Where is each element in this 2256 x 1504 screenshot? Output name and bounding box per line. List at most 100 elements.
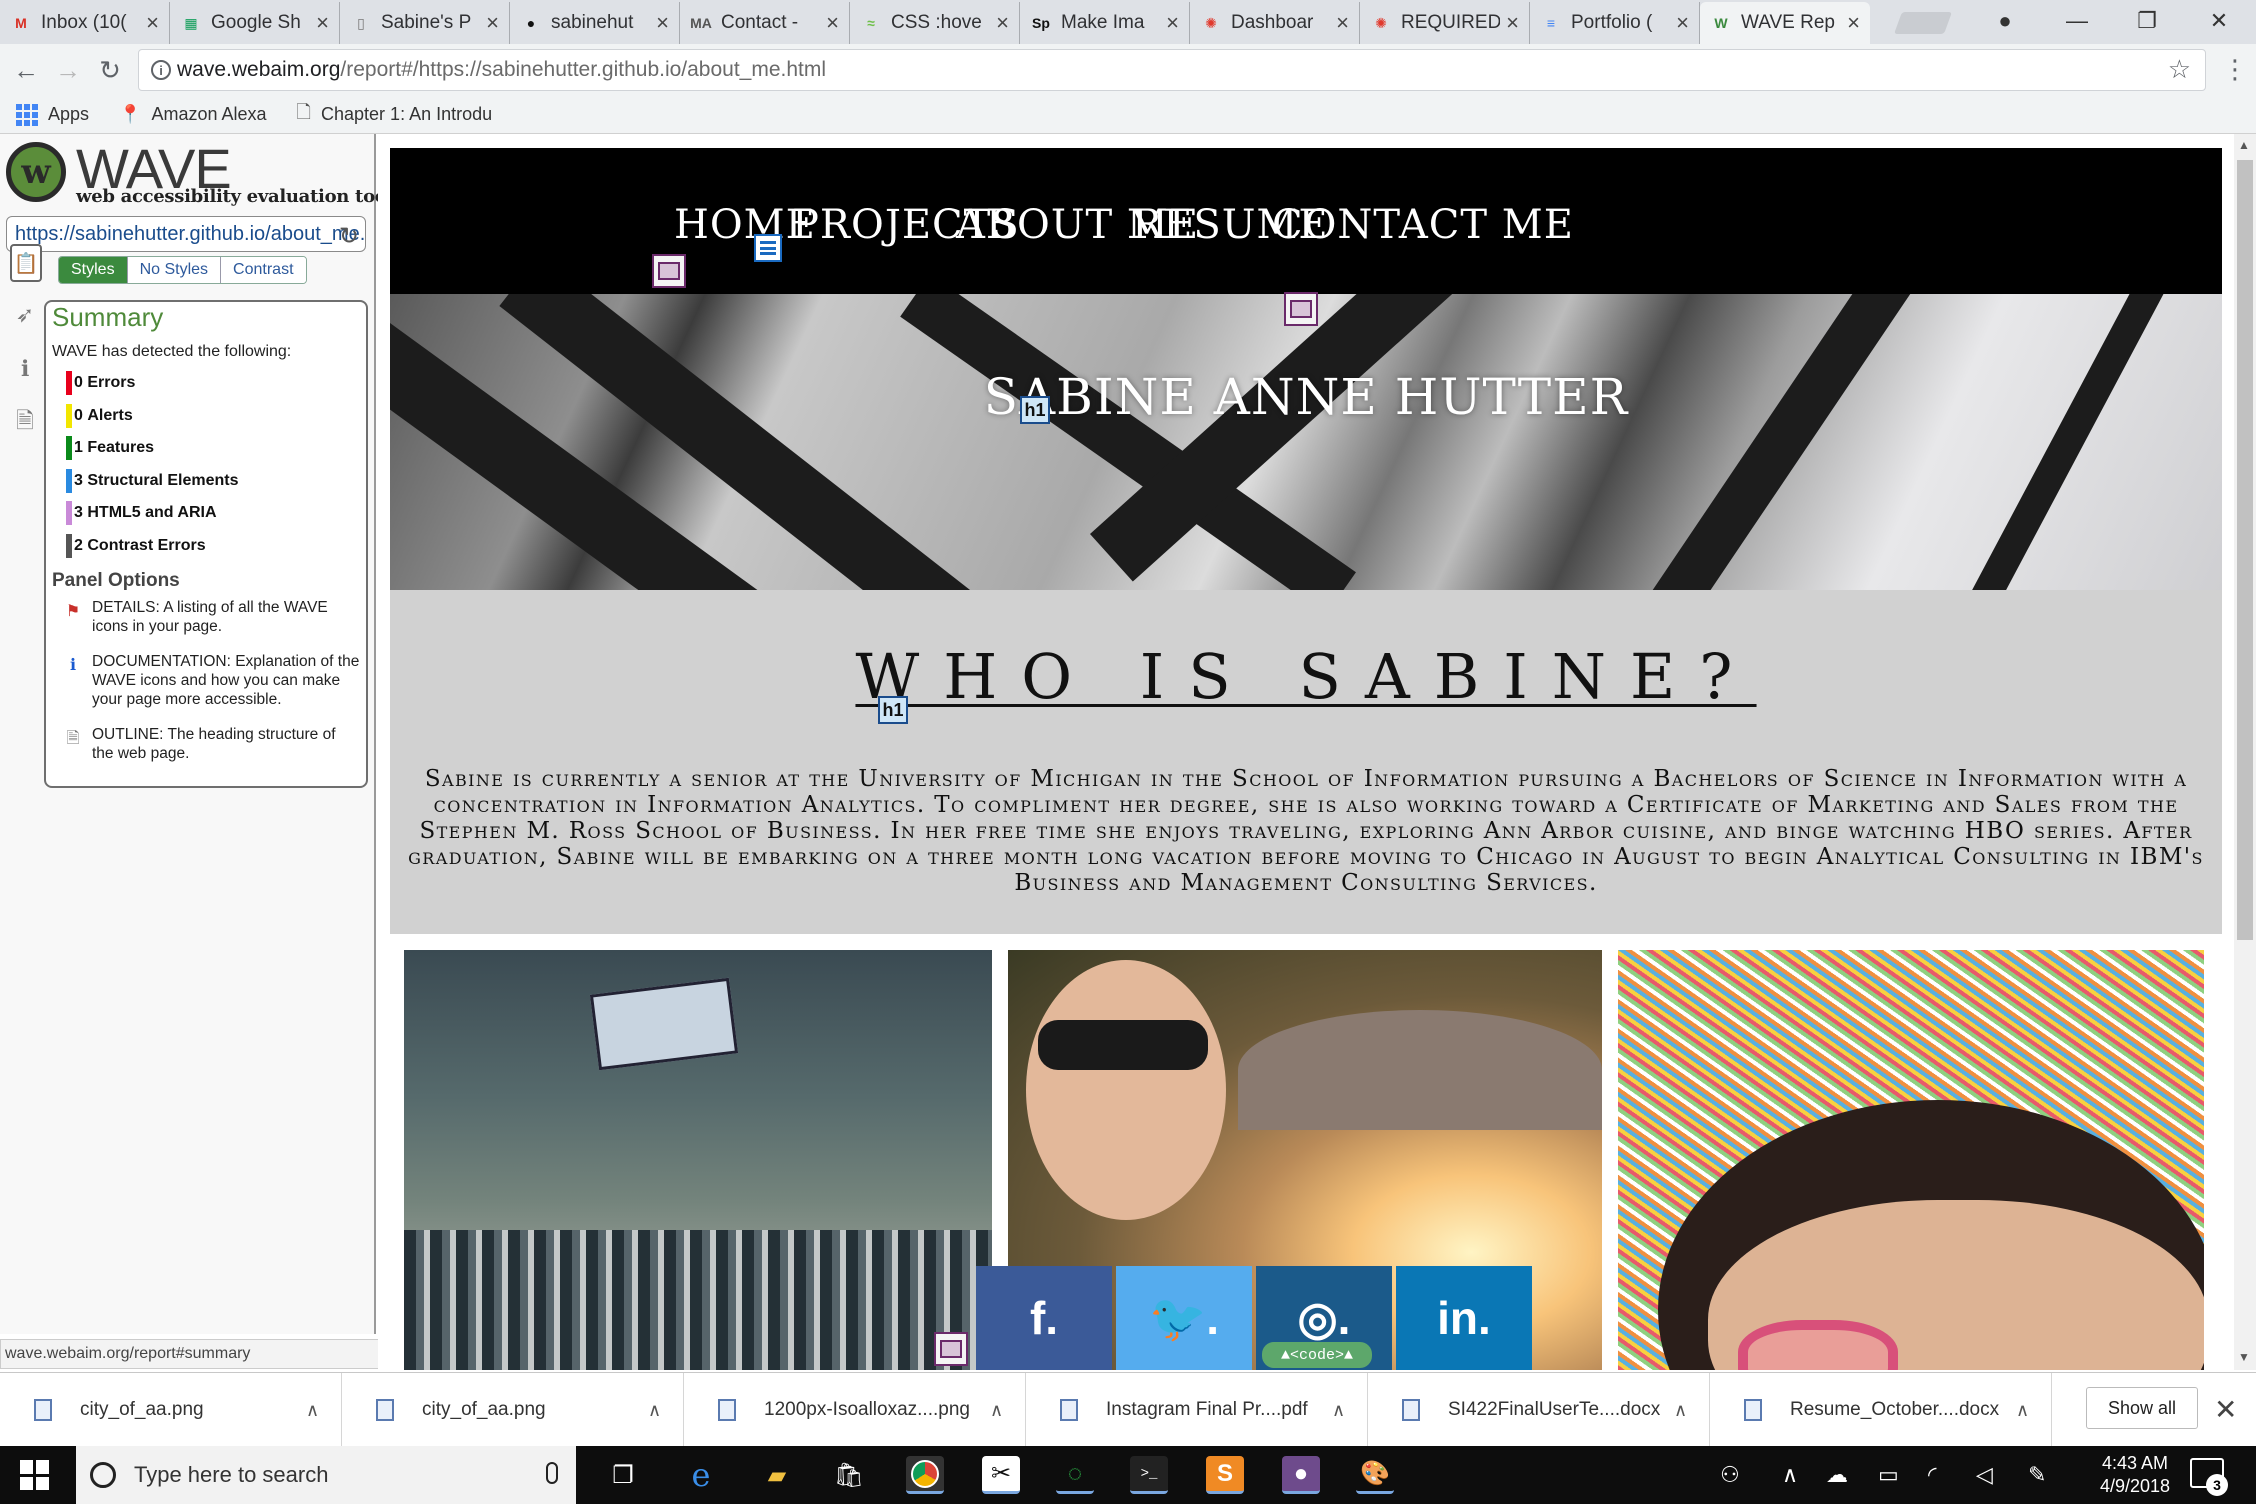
browser-tab[interactable]: ✺ REQUIRED ×: [1360, 2, 1530, 44]
pen-icon[interactable]: ✎: [2028, 1462, 2046, 1488]
menu-icon[interactable]: ⋮: [2222, 54, 2248, 85]
summary-row[interactable]: 3 Structural Elements: [52, 465, 360, 498]
panel-option[interactable]: ℹ DOCUMENTATION: Explanation of the WAVE …: [52, 652, 360, 709]
task-view-icon[interactable]: ❐: [604, 1456, 642, 1494]
tab-close-icon[interactable]: ×: [486, 10, 499, 36]
panel-option[interactable]: ⚑ DETAILS: A listing of all the WAVE icon…: [52, 598, 360, 636]
tab-close-icon[interactable]: ×: [996, 10, 1009, 36]
scrollbar-thumb[interactable]: [2237, 160, 2253, 940]
scroll-down-icon[interactable]: ▼: [2238, 1350, 2250, 1364]
browser-tab[interactable]: MA Contact - ×: [680, 2, 850, 44]
wave-h1-icon[interactable]: h1: [878, 696, 908, 724]
summary-row[interactable]: 0 Alerts: [52, 400, 360, 433]
styles-button[interactable]: Styles: [59, 257, 128, 283]
bookmark-apps[interactable]: Apps: [16, 103, 89, 126]
show-all-button[interactable]: Show all: [2086, 1387, 2198, 1429]
summary-row[interactable]: 1 Features: [52, 432, 360, 465]
download-item[interactable]: 1200px-Isoalloxaz....png ∧: [684, 1373, 1026, 1447]
no-styles-button[interactable]: No Styles: [127, 257, 222, 283]
chevron-up-icon[interactable]: ∧: [306, 1400, 319, 1421]
wave-html5-icon[interactable]: [1284, 292, 1318, 326]
download-item[interactable]: Instagram Final Pr....pdf ∧: [1026, 1373, 1368, 1447]
forward-icon[interactable]: →: [50, 52, 86, 88]
edge-icon[interactable]: e: [682, 1456, 720, 1494]
chevron-up-icon[interactable]: ∧: [990, 1400, 1003, 1421]
snipping-tool-icon[interactable]: ✂: [982, 1456, 1020, 1494]
documentation-tab-icon[interactable]: ℹ: [12, 354, 38, 384]
tab-close-icon[interactable]: ×: [656, 10, 669, 36]
contrast-button[interactable]: Contrast: [221, 257, 306, 283]
browser-tab[interactable]: ▦ Google Sh ×: [170, 2, 340, 44]
tab-close-icon[interactable]: ×: [1847, 10, 1860, 36]
download-item[interactable]: city_of_aa.png ∧: [342, 1373, 684, 1447]
details-tab-icon[interactable]: ➶: [12, 300, 38, 330]
wave-html5-icon[interactable]: [652, 254, 686, 288]
show-hidden-icons[interactable]: ∧: [1782, 1462, 1798, 1488]
summary-row[interactable]: 0 Errors: [52, 367, 360, 400]
volume-icon[interactable]: ◁: [1976, 1462, 1993, 1488]
profile-icon[interactable]: ●: [1970, 0, 2040, 42]
download-item[interactable]: city_of_aa.png ∧: [0, 1373, 342, 1447]
refresh-icon[interactable]: ↻: [339, 222, 359, 251]
tab-close-icon[interactable]: ×: [1676, 10, 1689, 36]
github-desktop-icon[interactable]: ●: [1282, 1456, 1320, 1494]
tab-close-icon[interactable]: ×: [316, 10, 329, 36]
wave-url-input[interactable]: https://sabinehutter.github.io/about_me.…: [6, 216, 366, 252]
summary-tab-icon[interactable]: 📋: [10, 244, 42, 282]
chevron-up-icon[interactable]: ∧: [2016, 1400, 2029, 1421]
twitter-link[interactable]: 🐦.: [1116, 1266, 1252, 1370]
restore-button[interactable]: ❐: [2112, 0, 2182, 42]
browser-tab[interactable]: ● sabinehut ×: [510, 2, 680, 44]
wifi-icon[interactable]: ◜: [1928, 1462, 1937, 1488]
browser-tab[interactable]: Sp Make Ima ×: [1020, 2, 1190, 44]
store-icon[interactable]: 🛍: [830, 1456, 868, 1494]
summary-row[interactable]: 3 HTML5 and ARIA: [52, 497, 360, 530]
system-clock[interactable]: 4:43 AM 4/9/2018: [2080, 1452, 2190, 1498]
loading-app-icon[interactable]: ◌: [1056, 1456, 1094, 1494]
facebook-link[interactable]: f.: [976, 1266, 1112, 1370]
browser-tab[interactable]: W WAVE Rep ×: [1700, 2, 1870, 44]
mic-icon[interactable]: [546, 1462, 558, 1484]
bookmark-chapter-1[interactable]: 🗋 Chapter 1: An Introdu: [297, 100, 491, 130]
scroll-up-icon[interactable]: ▲: [2238, 138, 2250, 152]
minimize-button[interactable]: —: [2042, 0, 2112, 42]
download-item[interactable]: Resume_October....docx ∧: [1710, 1373, 2052, 1447]
wave-html5-icon[interactable]: [934, 1332, 968, 1366]
tab-close-icon[interactable]: ×: [1336, 10, 1349, 36]
details-flag-icon[interactable]: [12, 134, 38, 164]
browser-tab[interactable]: ▯ Sabine's P ×: [340, 2, 510, 44]
panel-option[interactable]: 🗎 OUTLINE: The heading structure of the w…: [52, 725, 360, 763]
close-icon[interactable]: ✕: [2214, 1393, 2237, 1426]
nav-contact-me[interactable]: CONTACT ME: [1272, 202, 1574, 248]
site-info-icon[interactable]: i: [151, 60, 171, 80]
tab-close-icon[interactable]: ×: [146, 10, 159, 36]
download-item[interactable]: SI422FinalUserTe....docx ∧: [1368, 1373, 1710, 1447]
bookmark-amazon-alexa[interactable]: 📍 Amazon Alexa: [119, 104, 267, 125]
chrome-icon[interactable]: [906, 1456, 944, 1494]
taskbar-search[interactable]: Type here to search: [76, 1446, 576, 1504]
chevron-up-icon[interactable]: ∧: [1674, 1400, 1687, 1421]
terminal-icon[interactable]: >_: [1130, 1456, 1168, 1494]
back-icon[interactable]: ←: [8, 52, 44, 88]
wave-list-icon[interactable]: [754, 234, 782, 262]
onedrive-icon[interactable]: ☁: [1826, 1462, 1848, 1488]
reload-icon[interactable]: ↻: [92, 52, 128, 88]
wave-h1-icon[interactable]: h1: [1020, 396, 1050, 424]
linkedin-link[interactable]: in.: [1396, 1266, 1532, 1370]
tab-close-icon[interactable]: ×: [1166, 10, 1179, 36]
chevron-up-icon[interactable]: ∧: [648, 1400, 661, 1421]
chevron-up-icon[interactable]: ∧: [1332, 1400, 1345, 1421]
wave-code-icon[interactable]: ▲<code>▲: [1262, 1342, 1372, 1368]
sublime-text-icon[interactable]: S: [1206, 1456, 1244, 1494]
bookmark-star-icon[interactable]: ☆: [2168, 54, 2191, 85]
summary-row[interactable]: 2 Contrast Errors: [52, 530, 360, 563]
file-explorer-icon[interactable]: ▰: [758, 1456, 796, 1494]
close-window-button[interactable]: ✕: [2184, 0, 2254, 42]
new-tab-button[interactable]: [1893, 12, 1953, 34]
people-icon[interactable]: ⚇: [1720, 1462, 1740, 1488]
browser-tab[interactable]: ✺ Dashboar ×: [1190, 2, 1360, 44]
browser-tab[interactable]: ≡ Portfolio (×: [1530, 2, 1700, 44]
windows-start-icon[interactable]: [20, 1460, 50, 1490]
tab-close-icon[interactable]: ×: [826, 10, 839, 36]
browser-tab[interactable]: ≈ CSS :hove ×: [850, 2, 1020, 44]
